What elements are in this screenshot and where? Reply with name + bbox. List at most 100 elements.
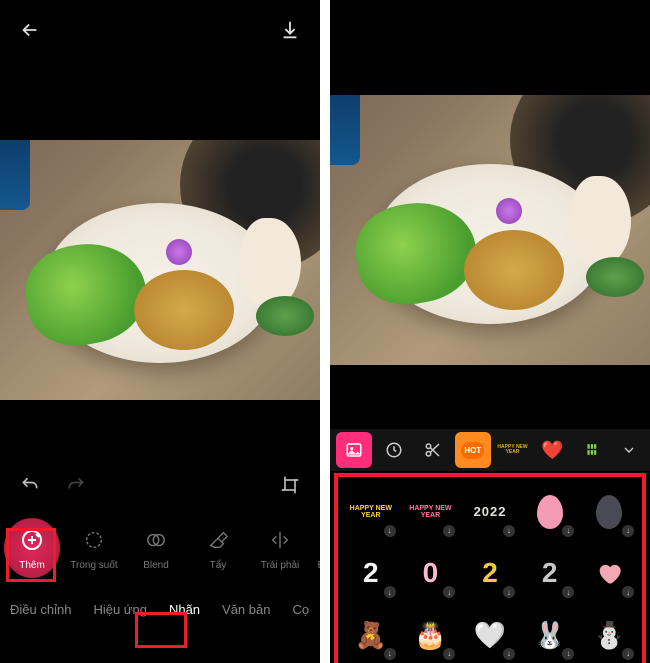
cat-cut[interactable] — [415, 432, 451, 468]
sticker-text: HAPPY NEW YEAR — [404, 505, 458, 519]
image-icon — [345, 441, 363, 459]
undo-button[interactable] — [16, 471, 44, 499]
cat-gallery[interactable] — [336, 432, 372, 468]
bottom-tabs: Điều chỉnh Hiệu ứng Nhãn Văn bản Cọ Thê… — [0, 586, 320, 637]
canvas-photo[interactable] — [330, 95, 650, 365]
tool-label: Trái phải — [261, 560, 300, 571]
sticker-digit-white[interactable]: 2 ↓ — [344, 547, 398, 601]
spacer — [330, 365, 650, 429]
sticker-2022[interactable]: 2022 ↓ — [463, 485, 517, 539]
editor-screen-tools: Thêm Trong suốt Blend Tẩy Trái phải — [0, 0, 320, 663]
more-icon — [315, 526, 320, 554]
download-badge-icon: ↓ — [384, 525, 396, 537]
download-badge-icon: ↓ — [562, 586, 574, 598]
sticker-category-bar: HOT HAPPY NEW YEAR ❤️ ▮▮▮▮▮▮ — [330, 429, 650, 471]
photo-bowl — [586, 257, 644, 297]
hny-label: HAPPY NEW YEAR — [495, 445, 531, 455]
eraser-icon — [204, 526, 232, 554]
download-badge-icon: ↓ — [562, 648, 574, 660]
download-badge-icon: ↓ — [503, 648, 515, 660]
tool-strip: Thêm Trong suốt Blend Tẩy Trái phải — [0, 510, 320, 586]
sticker-heart3d[interactable]: ↓ — [582, 547, 636, 601]
download-badge-icon: ↓ — [384, 586, 396, 598]
redo-icon — [66, 475, 86, 495]
undo-icon — [20, 475, 40, 495]
tool-label: Tẩy — [210, 560, 227, 571]
tool-blend[interactable]: Blend — [128, 518, 184, 578]
sticker-text: 2 — [482, 557, 498, 589]
sticker-bunny[interactable]: 🐰↓ — [523, 608, 577, 662]
opacity-icon — [80, 526, 108, 554]
photo-noodles — [134, 270, 234, 350]
blend-icon — [142, 526, 170, 554]
teddy-icon: 🧸 — [355, 620, 387, 651]
sticker-cake[interactable]: 🎂↓ — [404, 608, 458, 662]
heart-icon: ❤️ — [541, 440, 563, 461]
download-badge-icon: ↓ — [622, 648, 634, 660]
crop-button[interactable] — [276, 471, 304, 499]
photo-cracker — [571, 176, 631, 266]
sticker-hny-1[interactable]: HAPPY NEW YEAR ↓ — [344, 485, 398, 539]
sticker-hny-2[interactable]: HAPPY NEW YEAR ↓ — [404, 485, 458, 539]
balloon-icon — [596, 495, 622, 529]
download-badge-icon: ↓ — [562, 525, 574, 537]
tab-nhan[interactable]: Nhãn — [159, 596, 210, 623]
download-badge-icon: ↓ — [622, 525, 634, 537]
crop-icon — [280, 475, 300, 495]
sticker-grid-panel: HAPPY NEW YEAR ↓ HAPPY NEW YEAR ↓ 2022 ↓… — [334, 473, 646, 663]
tool-more[interactable]: Đả… — [314, 518, 320, 578]
tool-trai-phai[interactable]: Trái phải — [252, 518, 308, 578]
heart-white-icon: 🤍 — [474, 620, 506, 651]
sticker-text: 2 — [542, 557, 558, 589]
scissors-icon — [424, 441, 442, 459]
sticker-digit-gold[interactable]: 2 ↓ — [463, 547, 517, 601]
cat-hot[interactable]: HOT — [455, 432, 491, 468]
tool-tay[interactable]: Tẩy — [190, 518, 246, 578]
tab-van-ban[interactable]: Văn bản — [212, 596, 280, 623]
sticker-teddy[interactable]: 🧸↓ — [344, 608, 398, 662]
photo-can — [330, 95, 360, 165]
download-badge-icon: ↓ — [503, 525, 515, 537]
sticker-text: 0 — [423, 557, 439, 589]
tool-label: Trong suốt — [70, 560, 117, 571]
sticker-digit-pink[interactable]: 0 ↓ — [404, 547, 458, 601]
download-button[interactable] — [276, 16, 304, 44]
history-row — [0, 460, 320, 510]
clock-icon — [385, 441, 403, 459]
download-icon — [279, 19, 301, 41]
tool-label: Blend — [143, 560, 169, 571]
cat-heart[interactable]: ❤️ — [534, 432, 570, 468]
download-badge-icon: ↓ — [622, 586, 634, 598]
cat-misc[interactable]: ▮▮▮▮▮▮ — [574, 432, 610, 468]
back-button[interactable] — [16, 16, 44, 44]
tool-label: Thêm — [19, 560, 45, 571]
top-bar — [0, 0, 320, 60]
hot-badge-icon: HOT — [461, 442, 484, 459]
sticker-balloon-dark[interactable]: ↓ — [582, 485, 636, 539]
sticker-balloon-pink[interactable]: ↓ — [523, 485, 577, 539]
download-badge-icon: ↓ — [384, 648, 396, 660]
tab-dieu-chinh[interactable]: Điều chỉnh — [0, 596, 81, 623]
sticker-digit-silver[interactable]: 2 ↓ — [523, 547, 577, 601]
download-badge-icon: ↓ — [443, 586, 455, 598]
canvas-photo[interactable] — [0, 140, 320, 400]
cat-hny[interactable]: HAPPY NEW YEAR — [495, 432, 531, 468]
photo-cracker — [241, 218, 301, 308]
sticker-snowman[interactable]: ⛄↓ — [582, 608, 636, 662]
sticker-heart-white[interactable]: 🤍↓ — [463, 608, 517, 662]
editor-screen-stickers: HOT HAPPY NEW YEAR ❤️ ▮▮▮▮▮▮ HAPPY NEW Y… — [330, 0, 650, 663]
sticker-grid: HAPPY NEW YEAR ↓ HAPPY NEW YEAR ↓ 2022 ↓… — [344, 485, 636, 663]
cat-recent[interactable] — [376, 432, 412, 468]
expand-categories-button[interactable] — [614, 442, 644, 458]
flip-h-icon — [266, 526, 294, 554]
tab-co[interactable]: Cọ — [282, 596, 319, 623]
snowman-icon: ⛄ — [593, 620, 625, 651]
misc-label: ▮▮▮▮▮▮ — [587, 444, 597, 456]
photo-can — [0, 140, 30, 210]
tool-them[interactable]: Thêm — [4, 518, 60, 578]
bunny-icon: 🐰 — [533, 620, 565, 651]
tab-hieu-ung[interactable]: Hiệu ứng — [83, 596, 157, 623]
redo-button[interactable] — [62, 471, 90, 499]
photo-flower — [496, 198, 522, 224]
tool-trong-suot[interactable]: Trong suốt — [66, 518, 122, 578]
